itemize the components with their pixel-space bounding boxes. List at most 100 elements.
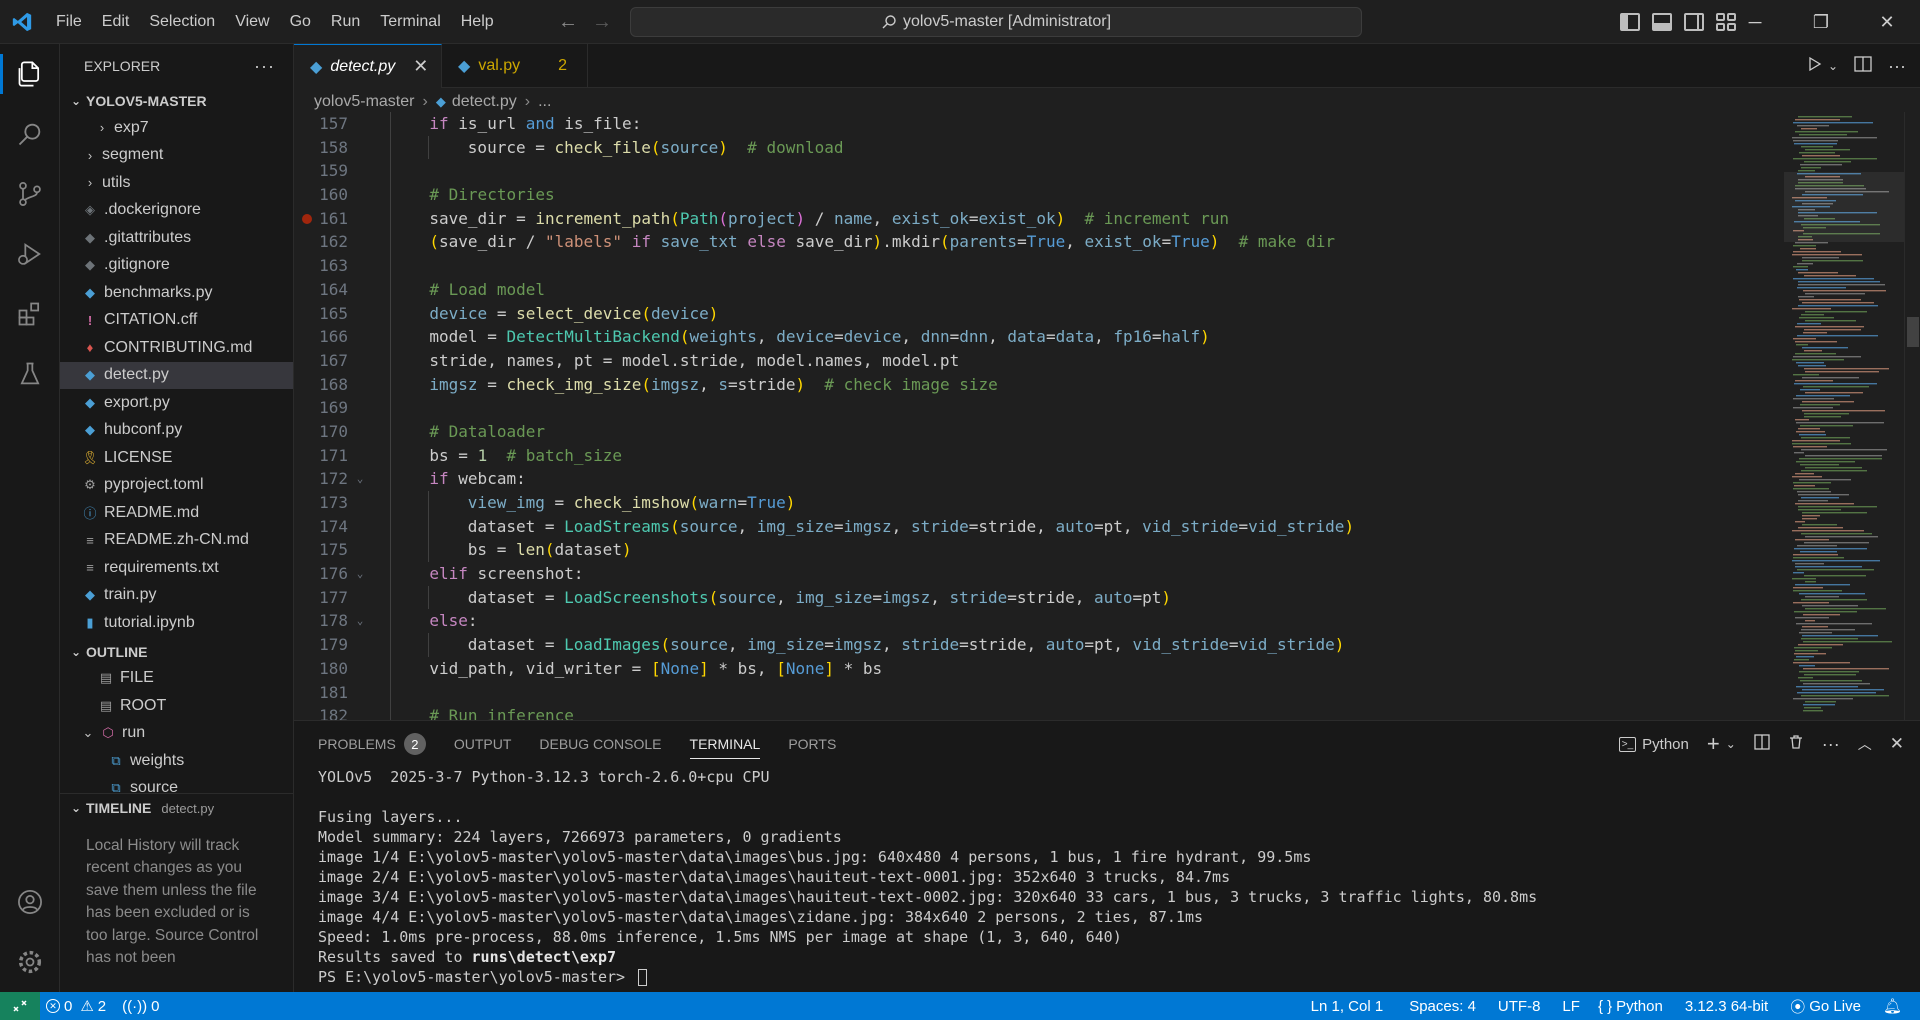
menu-go[interactable]: Go	[280, 0, 321, 44]
code-line[interactable]: 173 view_img = check_imshow(warn=True)	[294, 491, 1784, 515]
scrollbar-thumb[interactable]	[1907, 317, 1919, 347]
code-editor[interactable]: 157 if is_url and is_file: 158 source = che…	[294, 112, 1784, 720]
file-tree-item[interactable]: ≡ README.zh-CN.md	[60, 527, 293, 555]
panel-tab-terminal[interactable]: TERMINAL	[689, 721, 760, 767]
more-actions-icon[interactable]: ···	[1888, 56, 1906, 77]
file-tree-item[interactable]: ◆ benchmarks.py	[60, 279, 293, 307]
file-tree-item[interactable]: ◆ .gitattributes	[60, 224, 293, 252]
code-line[interactable]: 169	[294, 396, 1784, 420]
project-section-header[interactable]: ⌄ YOLOV5-MASTER	[60, 88, 293, 114]
code-line[interactable]: 165 device = select_device(device)	[294, 301, 1784, 326]
close-window-button[interactable]: ✕	[1854, 0, 1920, 44]
cursor-position[interactable]: Ln 1, Col 1	[1303, 992, 1392, 1020]
fold-chevron-icon[interactable]: ⌄	[348, 467, 372, 491]
chevron-down-icon[interactable]: ⌄	[1828, 59, 1838, 73]
tab-detect-py[interactable]: ◆ detect.py ✕	[294, 44, 442, 88]
close-panel-icon[interactable]: ✕	[1890, 734, 1904, 754]
file-tree-item[interactable]: ◆ export.py	[60, 389, 293, 417]
code-line[interactable]: 161 save_dir = increment_path(Path(projec…	[294, 206, 1784, 231]
toggle-secondary-sidebar-icon[interactable]	[1684, 13, 1704, 31]
panel-tab-debug-console[interactable]: DEBUG CONSOLE	[539, 721, 661, 767]
go-live-button[interactable]: ⦿ Go Live	[1782, 992, 1869, 1020]
code-line[interactable]: 177 dataset = LoadScreenshots(source, img…	[294, 585, 1784, 610]
file-tree-item[interactable]: ▮ tutorial.ipynb	[60, 609, 293, 637]
explorer-icon[interactable]	[0, 44, 60, 104]
notifications-bell-icon[interactable]: 🔔︎	[1875, 992, 1910, 1020]
code-line[interactable]: 170 # Dataloader	[294, 419, 1784, 444]
end-of-line[interactable]: LF	[1554, 992, 1588, 1020]
encoding[interactable]: UTF-8	[1490, 992, 1549, 1020]
code-line[interactable]: 159	[294, 159, 1784, 184]
menu-view[interactable]: View	[225, 0, 279, 44]
extensions-icon[interactable]	[0, 284, 60, 344]
file-tree-item[interactable]: › exp7	[60, 114, 293, 142]
outline-item-root[interactable]: ▤ ROOT	[60, 692, 293, 720]
minimize-button[interactable]: ─	[1722, 0, 1788, 44]
results-path[interactable]: runs\detect\exp7	[472, 948, 617, 966]
menu-edit[interactable]: Edit	[92, 0, 140, 44]
breakpoint-icon[interactable]	[302, 213, 312, 224]
file-tree-item[interactable]: ◆ train.py	[60, 582, 293, 610]
toggle-panel-icon[interactable]	[1652, 13, 1672, 31]
outline-item-weights[interactable]: ⧉ weights	[60, 747, 293, 775]
code-line[interactable]: 175 bs = len(dataset)	[294, 538, 1784, 563]
fold-chevron-icon[interactable]: ⌄	[348, 562, 372, 586]
more-actions-icon[interactable]: ···	[254, 56, 275, 77]
problems-status[interactable]: ✕ 0 ⚠ 2	[40, 992, 114, 1020]
outline-item-source[interactable]: ⧉ source	[60, 775, 293, 792]
code-line[interactable]: 182 # Run inference	[294, 704, 1784, 720]
outline-section-header[interactable]: ⌄ OUTLINE	[60, 639, 293, 665]
split-terminal-icon[interactable]	[1754, 734, 1770, 754]
code-line[interactable]: 180 vid_path, vid_writer = [None] * bs, […	[294, 656, 1784, 681]
split-editor-icon[interactable]	[1854, 55, 1872, 77]
maximize-panel-icon[interactable]: ︿	[1858, 734, 1872, 754]
code-line[interactable]: 160 # Directories	[294, 183, 1784, 207]
code-line[interactable]: 158 source = check_file(source) # downloa…	[294, 135, 1784, 160]
outline-item-run[interactable]: ⌄ ⬡ run	[60, 720, 293, 748]
file-tree-item[interactable]: ◆ .gitignore	[60, 252, 293, 280]
file-tree-item[interactable]: ◆ hubconf.py	[60, 417, 293, 445]
file-tree-item[interactable]: ◈ .dockerignore	[60, 197, 293, 225]
accounts-icon[interactable]	[0, 872, 60, 932]
testing-flask-icon[interactable]	[0, 344, 60, 404]
code-line[interactable]: 164 # Load model	[294, 277, 1784, 302]
ports-status[interactable]: ((·)) 0	[114, 992, 167, 1020]
terminal-profile[interactable]: >_ Python	[1618, 736, 1689, 753]
breadcrumb-file[interactable]: detect.py	[452, 93, 517, 111]
toggle-primary-sidebar-icon[interactable]	[1620, 13, 1640, 31]
file-tree-item[interactable]: 🎗︎ LICENSE	[60, 444, 293, 472]
code-line[interactable]: 181	[294, 680, 1784, 705]
settings-gear-icon[interactable]	[0, 932, 60, 992]
code-line[interactable]: 174 dataset = LoadStreams(source, img_siz…	[294, 514, 1784, 539]
file-tree-item[interactable]: ♦ CONTRIBUTING.md	[60, 334, 293, 362]
menu-file[interactable]: File	[46, 0, 92, 44]
timeline-section-header[interactable]: ⌄ TIMELINE detect.py	[60, 792, 293, 823]
search-icon[interactable]	[0, 104, 60, 164]
restore-button[interactable]: ❐	[1788, 0, 1854, 44]
forward-arrow-icon[interactable]: →	[592, 11, 612, 34]
panel-tab-ports[interactable]: PORTS	[788, 721, 836, 767]
chevron-down-icon[interactable]: ⌄	[1726, 737, 1736, 751]
code-line[interactable]: 163	[294, 254, 1784, 278]
file-tree-item[interactable]: ◆ detect.py	[60, 361, 293, 389]
menu-run[interactable]: Run	[321, 0, 370, 44]
terminal-output[interactable]: YOLOv5 2025-3-7 Python-3.12.3 torch-2.6.…	[294, 767, 1920, 987]
breadcrumb-folder[interactable]: yolov5-master	[314, 93, 414, 111]
more-actions-icon[interactable]: ···	[1822, 734, 1840, 755]
minimap[interactable]	[1784, 112, 1904, 720]
back-arrow-icon[interactable]: ←	[558, 11, 578, 34]
code-line[interactable]: 176 ⌄ elif screenshot:	[294, 562, 1784, 586]
vertical-scrollbar[interactable]	[1904, 112, 1920, 720]
code-line[interactable]: 171 bs = 1 # batch_size	[294, 443, 1784, 468]
file-tree-item[interactable]: › utils	[60, 169, 293, 197]
panel-tab-problems[interactable]: PROBLEMS 2	[318, 721, 426, 767]
code-line[interactable]: 166 model = DetectMultiBackend(weights, d…	[294, 325, 1784, 349]
command-center-search[interactable]: yolov5-master [Administrator]	[630, 7, 1362, 37]
code-line[interactable]: 167 stride, names, pt = model.stride, mod…	[294, 348, 1784, 373]
terminal-prompt-line[interactable]: PS E:\yolov5-master\yolov5-master>	[318, 967, 1920, 987]
tab-val-py[interactable]: ◆ val.py 2	[442, 44, 588, 88]
file-tree-item[interactable]: ! CITATION.cff	[60, 307, 293, 335]
menu-terminal[interactable]: Terminal	[370, 0, 450, 44]
language-mode[interactable]: { } Python	[1590, 992, 1671, 1020]
file-tree-item[interactable]: › segment	[60, 142, 293, 170]
